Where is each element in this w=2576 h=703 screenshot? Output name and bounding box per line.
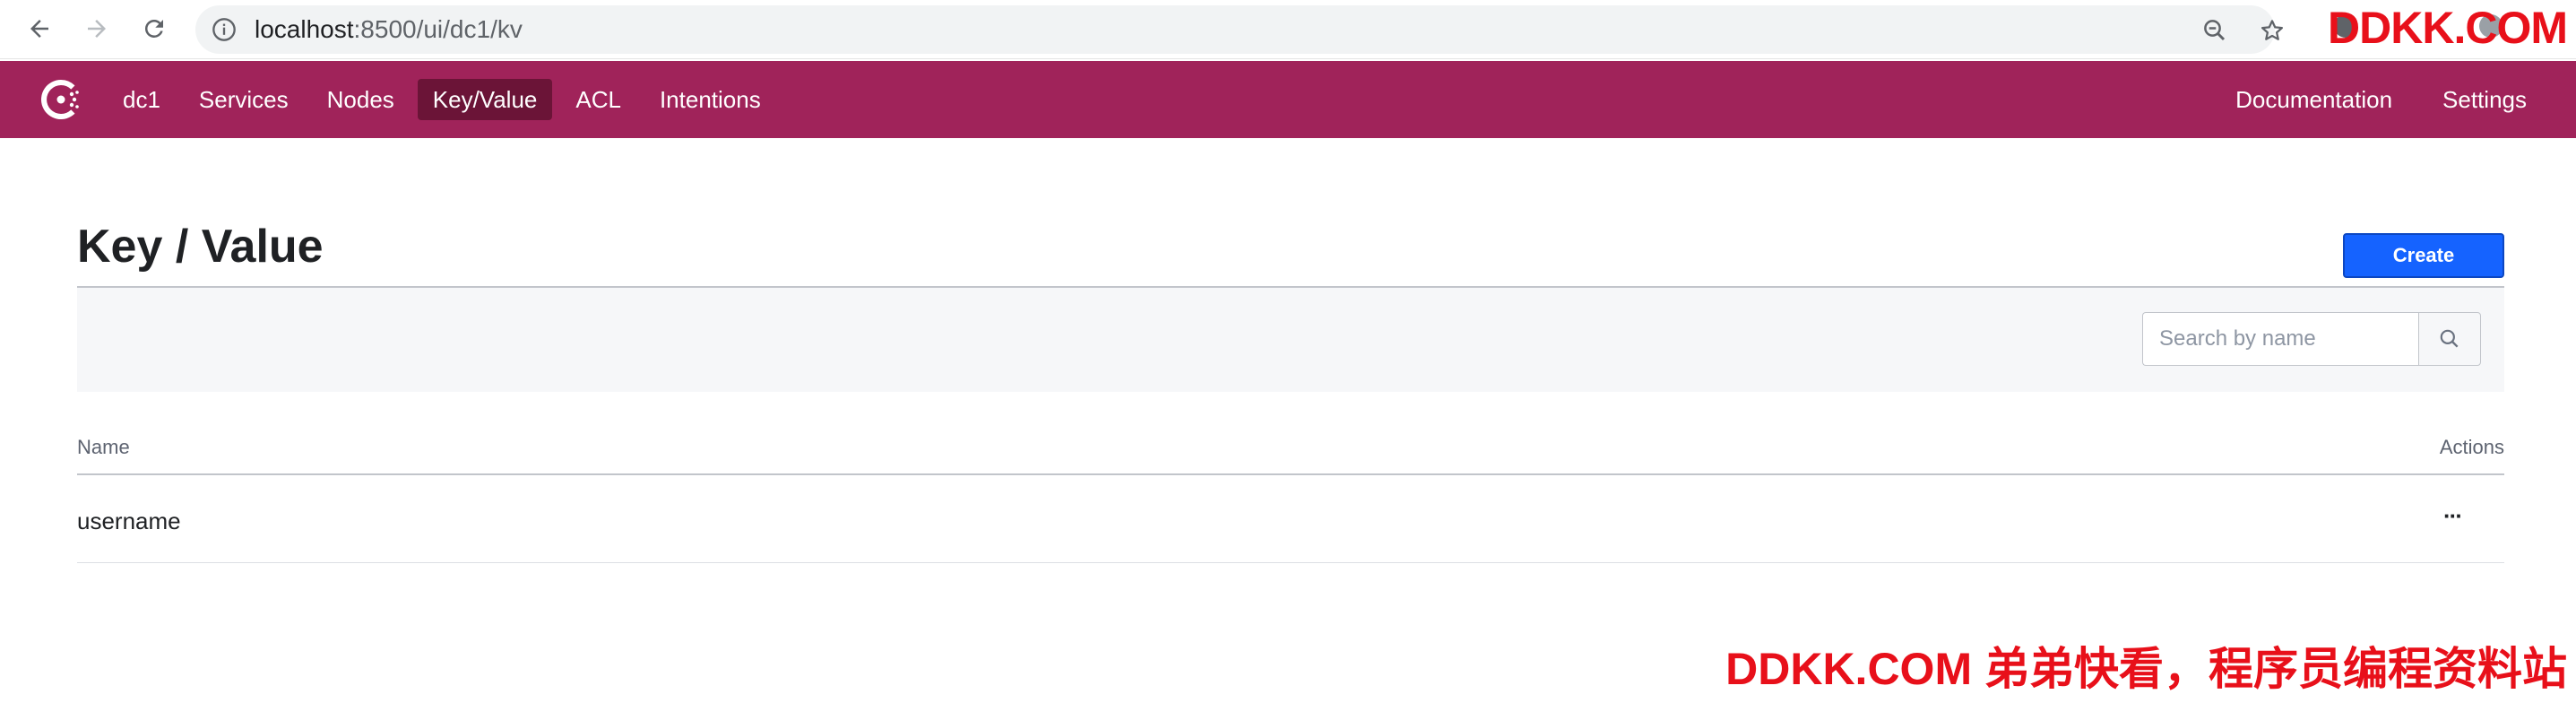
create-button[interactable]: Create <box>2343 233 2504 278</box>
url-text: localhost:8500/ui/dc1/kv <box>255 17 523 42</box>
kv-key-name[interactable]: username <box>77 508 181 535</box>
arrow-left-icon[interactable] <box>20 9 59 48</box>
page-title: Key / Value <box>77 221 324 273</box>
nav-settings[interactable]: Settings <box>2427 79 2542 120</box>
watermark-top: DDKK.COM <box>2328 3 2568 53</box>
reload-icon[interactable] <box>134 9 174 48</box>
main-nav: dc1 Services Nodes Key/Value ACL Intenti… <box>108 79 784 120</box>
nav-datacenter-dc1[interactable]: dc1 <box>108 79 176 120</box>
search-button[interactable] <box>2418 312 2481 366</box>
nav-acl[interactable]: ACL <box>560 79 636 120</box>
nav-key-value[interactable]: Key/Value <box>417 79 553 120</box>
consul-logo-icon[interactable] <box>36 74 86 125</box>
zoom-out-icon[interactable] <box>2201 17 2228 44</box>
url-host: localhost <box>255 15 354 43</box>
watermark-bottom: DDKK.COM 弟弟快看，程序员编程资料站 <box>1725 644 2567 694</box>
star-icon[interactable] <box>2259 17 2286 44</box>
info-icon[interactable] <box>212 17 237 42</box>
nav-nodes[interactable]: Nodes <box>312 79 410 120</box>
secondary-nav: Documentation Settings <box>2200 79 2542 120</box>
nav-documentation[interactable]: Documentation <box>2220 79 2407 120</box>
app-header: dc1 Services Nodes Key/Value ACL Intenti… <box>0 61 2576 138</box>
browser-toolbar: localhost:8500/ui/dc1/kv <box>0 0 2576 59</box>
table-row[interactable]: username ··· <box>77 475 2504 563</box>
column-header-name[interactable]: Name <box>77 436 130 459</box>
more-actions-icon[interactable]: ··· <box>2434 502 2470 529</box>
search-icon <box>2440 329 2459 348</box>
nav-intentions[interactable]: Intentions <box>644 79 776 120</box>
url-path: :8500/ui/dc1/kv <box>353 15 523 43</box>
search-input[interactable] <box>2142 312 2418 366</box>
filter-bar <box>77 288 2504 392</box>
arrow-right-icon[interactable] <box>77 9 117 48</box>
address-bar[interactable]: localhost:8500/ui/dc1/kv <box>195 5 2283 54</box>
column-header-actions: Actions <box>2439 436 2504 458</box>
nav-services[interactable]: Services <box>184 79 304 120</box>
